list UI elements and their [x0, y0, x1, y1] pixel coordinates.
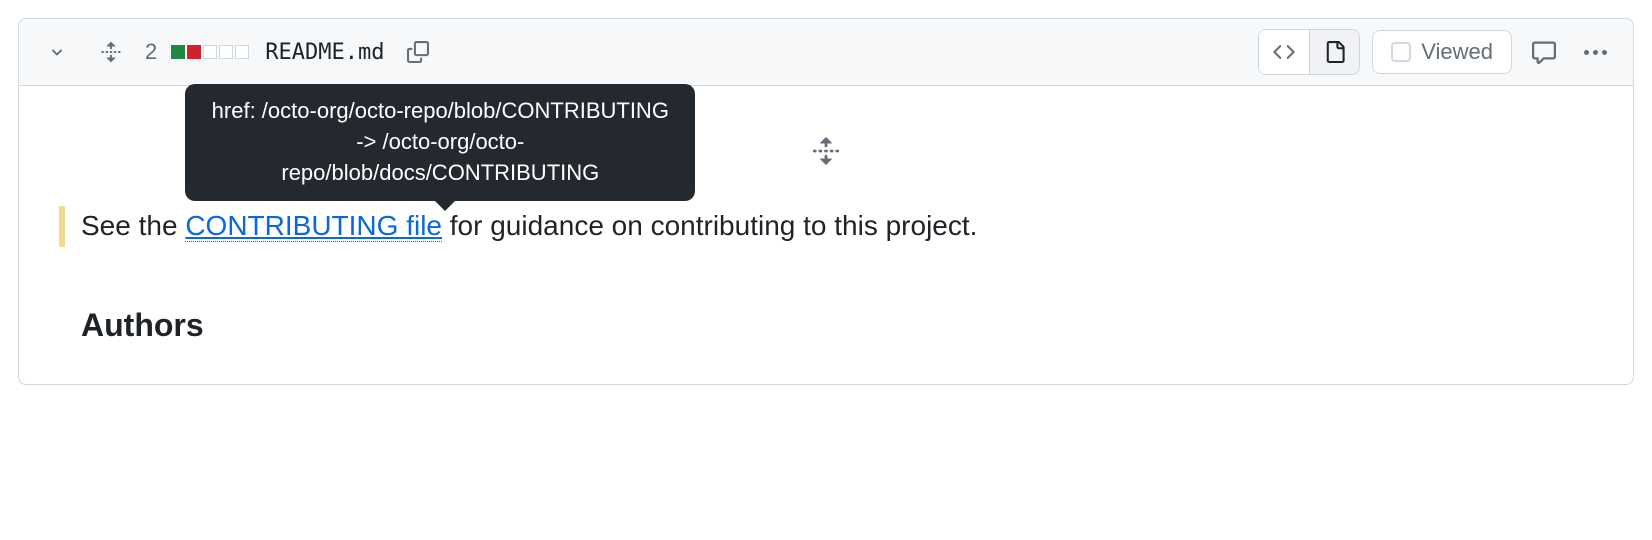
- line-prefix: See the: [81, 210, 185, 241]
- comment-icon: [1532, 40, 1556, 64]
- neutral-square: [203, 45, 217, 59]
- file-body: See the href: /octo-org/octo-repo/blob/C…: [19, 86, 1633, 384]
- line-suffix: for guidance on contributing to this pro…: [442, 210, 977, 241]
- copy-path-button[interactable]: [398, 32, 438, 72]
- chevron-down-icon: [47, 42, 67, 62]
- line-text: See the href: /octo-org/octo-repo/blob/C…: [81, 206, 977, 247]
- comment-button[interactable]: [1524, 32, 1564, 72]
- change-count: 2: [145, 39, 157, 65]
- viewed-toggle[interactable]: Viewed: [1372, 30, 1512, 74]
- diff-stat-squares: [171, 45, 251, 59]
- authors-heading: Authors: [81, 307, 1593, 344]
- neutral-square: [219, 45, 233, 59]
- deletion-square: [187, 45, 201, 59]
- changed-line: See the href: /octo-org/octo-repo/blob/C…: [59, 206, 1593, 247]
- addition-square: [171, 45, 185, 59]
- href-diff-tooltip: href: /octo-org/octo-repo/blob/CONTRIBUT…: [185, 84, 695, 200]
- code-icon: [1273, 41, 1295, 63]
- kebab-dot: [1584, 50, 1589, 55]
- file-icon: [1324, 41, 1346, 63]
- rich-diff-button[interactable]: [1309, 30, 1359, 74]
- more-actions-button[interactable]: [1576, 42, 1615, 63]
- file-header: 2 README.md Viewed: [19, 19, 1633, 86]
- contributing-link[interactable]: CONTRIBUTING file: [185, 210, 442, 242]
- copy-icon: [407, 41, 429, 63]
- viewed-label: Viewed: [1421, 39, 1493, 65]
- source-diff-button[interactable]: [1259, 30, 1309, 74]
- unfold-icon: [811, 136, 841, 166]
- kebab-dot: [1593, 50, 1598, 55]
- change-marker: [59, 206, 65, 247]
- viewed-checkbox[interactable]: [1391, 42, 1411, 62]
- neutral-square: [235, 45, 249, 59]
- file-name[interactable]: README.md: [265, 40, 384, 65]
- display-mode-toggle: [1258, 29, 1360, 75]
- kebab-dot: [1602, 50, 1607, 55]
- expand-all-button[interactable]: [91, 32, 131, 72]
- file-diff-panel: 2 README.md Viewed: [18, 18, 1634, 385]
- collapse-toggle[interactable]: [37, 32, 77, 72]
- file-header-left: 2 README.md: [37, 32, 438, 72]
- unfold-icon: [100, 41, 122, 63]
